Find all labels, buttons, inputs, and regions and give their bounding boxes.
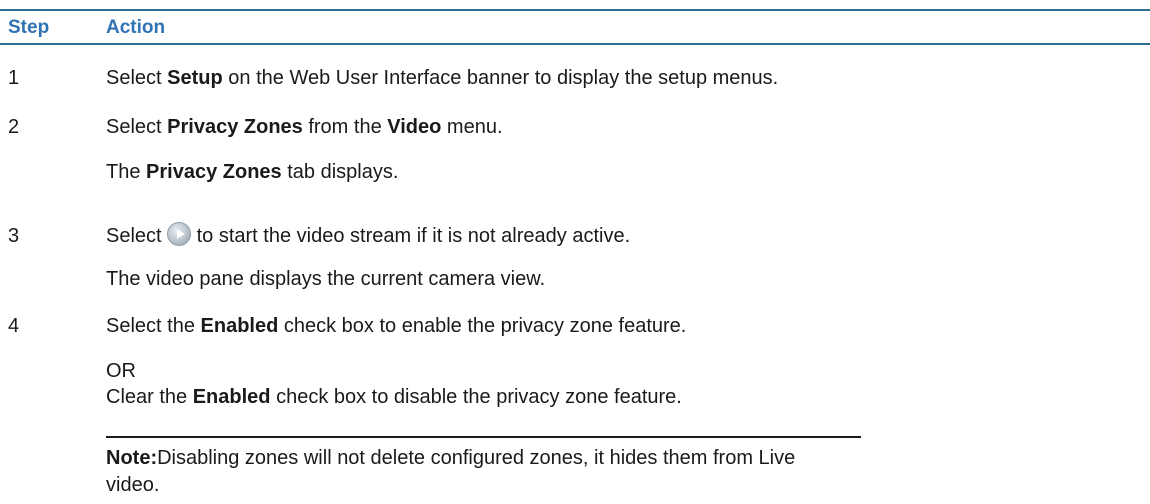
note-label: Note: <box>106 447 158 469</box>
or-separator: OR <box>106 360 136 382</box>
text-run: Select <box>106 116 168 138</box>
ui-term: Setup <box>167 67 223 89</box>
play-icon <box>166 222 191 246</box>
text-run: to start the video stream if it is not a… <box>196 225 631 247</box>
step-action-text: Select Privacy Zones from the Video menu… <box>106 115 503 139</box>
note-rule <box>106 436 861 438</box>
step-result-text: The video pane displays the current came… <box>106 268 546 290</box>
text-run: menu. <box>441 116 503 138</box>
header-rule <box>0 43 1150 45</box>
step-result-text: The Privacy Zones tab displays. <box>106 160 398 184</box>
step-number: 1 <box>8 67 20 89</box>
step-action-text: Select the Enabled check box to enable t… <box>106 314 686 338</box>
text-run: Clear the <box>106 386 193 408</box>
text-run: from the <box>302 116 388 138</box>
text-run: Select <box>106 225 162 247</box>
note-block: Note:Disabling zones will not delete con… <box>106 445 826 499</box>
step-number: 3 <box>8 225 20 247</box>
step-number: 2 <box>8 116 20 138</box>
step-column-header: Step <box>8 17 50 38</box>
procedure-table: Step Action 1 Select Setup on the Web Us… <box>0 0 1150 504</box>
ui-term: Privacy Zones <box>167 116 303 138</box>
ui-term: Privacy Zones <box>146 161 282 183</box>
action-column-header: Action <box>106 17 166 38</box>
ui-term: Video <box>387 116 442 138</box>
step-action-text: Select to start the video stream if it is… <box>106 222 630 248</box>
note-text: Disabling zones will not delete configur… <box>106 447 796 496</box>
step-action-text: Select Setup on the Web User Interface b… <box>106 66 778 90</box>
text-run: Select the <box>106 315 201 337</box>
table-top-rule <box>0 9 1150 11</box>
text-run: The <box>106 161 147 183</box>
step-number: 4 <box>8 315 20 337</box>
text-run: on the Web User Interface banner to disp… <box>222 67 779 89</box>
ui-term: Enabled <box>192 386 271 408</box>
text-run: check box to disable the privacy zone fe… <box>270 386 682 408</box>
step-alt-action-text: Clear the Enabled check box to disable t… <box>106 385 682 409</box>
text-run: Select <box>106 67 168 89</box>
text-run: check box to enable the privacy zone fea… <box>278 315 687 337</box>
text-run: tab displays. <box>281 161 399 183</box>
ui-term: Enabled <box>200 315 279 337</box>
